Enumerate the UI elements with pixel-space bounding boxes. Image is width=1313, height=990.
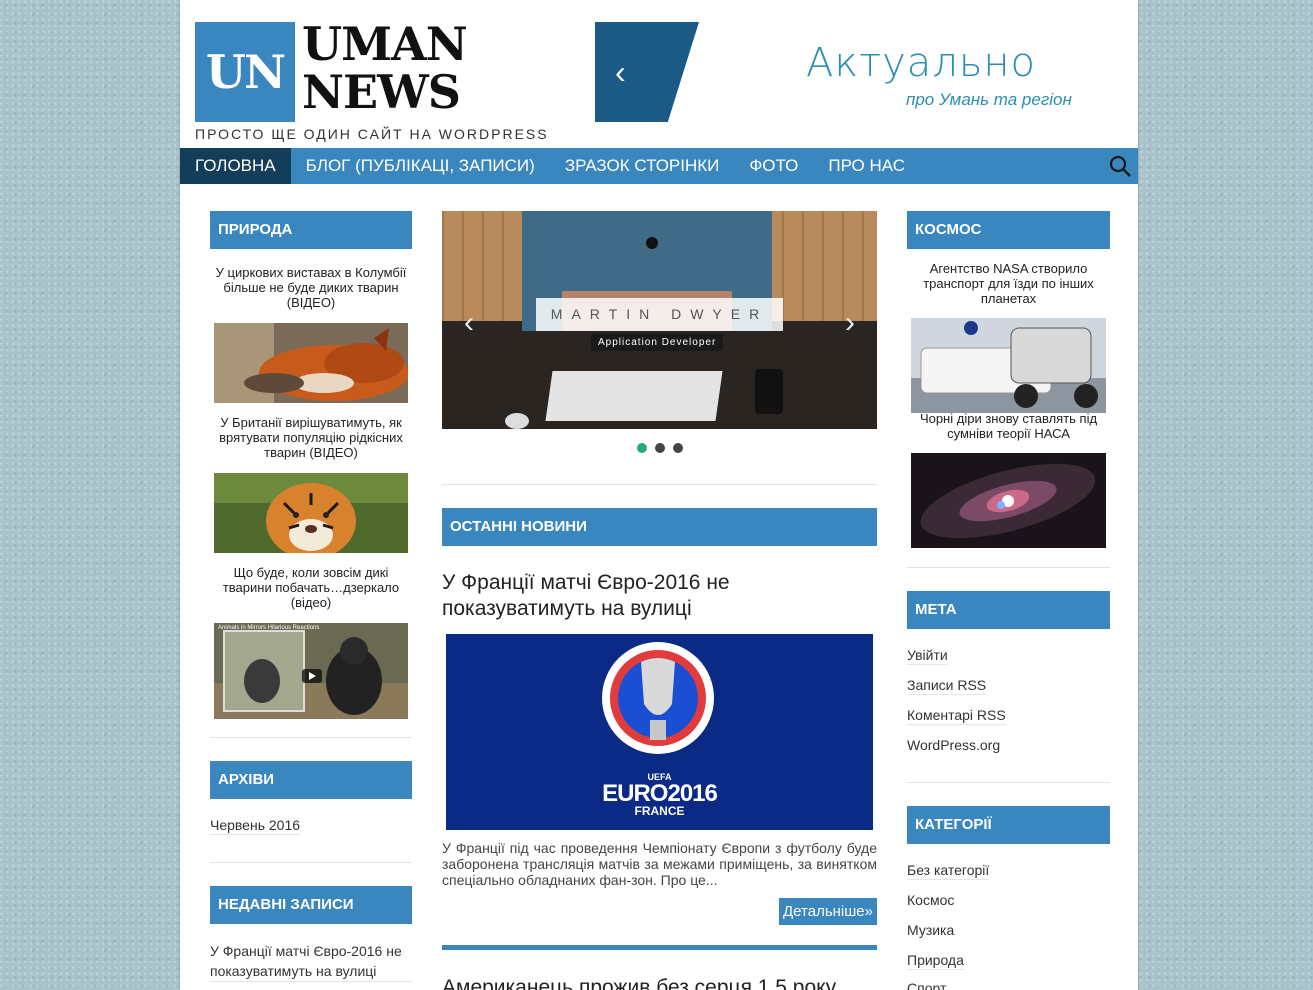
- article-title[interactable]: Американець прожив без серця 1,5 року: [442, 976, 877, 990]
- slider-dot-3[interactable]: [673, 443, 683, 453]
- euro-france-label: FRANCE: [634, 804, 685, 818]
- category-link[interactable]: Музика: [907, 921, 954, 939]
- meta-link-comments-rss[interactable]: Коментарі RSS: [907, 706, 1006, 725]
- category-link[interactable]: Природа: [907, 951, 964, 970]
- banner-prev-arrow[interactable]: ‹: [595, 22, 699, 122]
- divider: [907, 782, 1110, 783]
- category-link[interactable]: Спорт: [907, 979, 946, 990]
- slider-next-arrow[interactable]: ›: [845, 306, 855, 340]
- slider-dot-1[interactable]: [637, 443, 647, 453]
- tiger-thumbnail[interactable]: [214, 473, 408, 553]
- meta-link-wordpress[interactable]: WordPress.org: [907, 736, 1000, 754]
- post-title[interactable]: Що буде, коли зовсім дикі тварини побача…: [210, 565, 412, 610]
- archive-link[interactable]: Червень 2016: [210, 816, 301, 835]
- read-more-button[interactable]: Детальніше»: [779, 898, 877, 925]
- widget-title-categories: КАТЕГОРІЇ: [907, 806, 1110, 844]
- nav-item-home[interactable]: ГОЛОВНА: [180, 148, 291, 184]
- widget-title-meta: МЕТА: [907, 591, 1110, 629]
- galaxy-thumbnail[interactable]: [911, 453, 1106, 548]
- post-title[interactable]: У Британії вирішуватимуть, як врятувати …: [210, 415, 412, 460]
- page-container: UN UMAN NEWS ПРОСТО ЩЕ ОДИН САЙТ НА WORD…: [179, 0, 1139, 990]
- article-excerpt: У Франції під час проведення Чемпіонату …: [442, 840, 877, 888]
- widget-title-archives: АРХІВИ: [210, 761, 412, 799]
- image-slider: MARTIN DWYER Application Developer ‹ ›: [442, 211, 877, 429]
- meta-link-login[interactable]: Увійти: [907, 646, 948, 665]
- meta-link-entries-rss[interactable]: Записи RSS: [907, 676, 987, 695]
- category-link[interactable]: Космос: [907, 891, 954, 909]
- nav-item-about[interactable]: ПРО НАС: [813, 148, 920, 184]
- divider: [907, 567, 1110, 568]
- nasa-vehicle-thumbnail[interactable]: [911, 318, 1106, 413]
- video-caption: Animals in Mirrors Hilarious Reactions: [218, 625, 320, 631]
- slider-prev-arrow[interactable]: ‹: [464, 306, 474, 340]
- widget-title-nature: ПРИРОДА: [210, 211, 412, 249]
- site-logo[interactable]: UN: [195, 22, 295, 122]
- widget-title-space: КОСМОС: [907, 211, 1110, 249]
- search-icon[interactable]: [1108, 154, 1132, 178]
- fox-thumbnail[interactable]: [214, 323, 408, 403]
- nav-item-blog[interactable]: БЛОГ (ПУБЛІКАЦІ, ЗАПИСИ): [291, 148, 550, 184]
- category-link[interactable]: Без категорії: [907, 861, 990, 880]
- post-title[interactable]: У циркових виставах в Колумбії більше не…: [210, 265, 412, 310]
- banner-subtitle: про Умань та регіон: [906, 90, 1072, 109]
- slide-caption-role: Application Developer: [591, 334, 724, 351]
- divider: [210, 737, 412, 738]
- slider-dot-2[interactable]: [655, 443, 665, 453]
- main-nav: ГОЛОВНА БЛОГ (ПУБЛІКАЦІ, ЗАПИСИ) ЗРАЗОК …: [180, 148, 1138, 184]
- divider: [442, 484, 877, 485]
- widget-title-recent: НЕДАВНІ ЗАПИСИ: [210, 886, 412, 924]
- slide-caption-name: MARTIN DWYER: [536, 298, 783, 331]
- euro2016-image[interactable]: UEFA EURO2016 FRANCE: [446, 634, 873, 830]
- divider: [210, 862, 412, 863]
- gorilla-video-thumbnail[interactable]: [214, 623, 408, 719]
- widget-title-latest-news: ОСТАННІ НОВИНИ: [442, 508, 877, 546]
- article-title[interactable]: У Франції матчі Євро-2016 не показуватим…: [442, 570, 877, 622]
- recent-post-link[interactable]: У Франції матчі Євро-2016 не показуватим…: [210, 941, 412, 982]
- nav-item-sample-page[interactable]: ЗРАЗОК СТОРІНКИ: [550, 148, 735, 184]
- post-title[interactable]: Чорні діри знову ставлять під сумніви те…: [907, 411, 1110, 441]
- site-tagline: ПРОСТО ЩЕ ОДИН САЙТ НА WORDPRESS: [195, 126, 549, 142]
- banner-title: Актуально: [806, 40, 1037, 86]
- nav-item-photo[interactable]: ФОТО: [734, 148, 813, 184]
- article-separator: [442, 945, 877, 950]
- post-title[interactable]: Агентство NASA створило транспорт для їз…: [907, 261, 1110, 306]
- site-title[interactable]: UMAN NEWS: [302, 20, 468, 116]
